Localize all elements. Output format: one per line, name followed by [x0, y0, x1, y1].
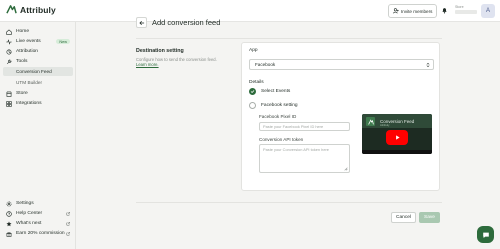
- destination-card: App Facebook Details Select Events Faceb…: [241, 42, 440, 191]
- select-events-label: Select Events: [261, 89, 291, 94]
- store-switcher[interactable]: Store: [455, 5, 477, 14]
- help-icon: [6, 210, 12, 217]
- gear-icon: [6, 201, 12, 206]
- play-icon: [395, 135, 400, 140]
- radio-unchecked-icon: [249, 102, 256, 109]
- divider: [136, 38, 442, 39]
- app-label: App: [249, 48, 258, 53]
- store-icon: [6, 91, 12, 97]
- new-badge: New: [56, 39, 70, 44]
- sidebar-item-label: Home: [16, 29, 30, 34]
- external-link-icon: [66, 231, 70, 235]
- tools-icon: [6, 59, 12, 64]
- cancel-button[interactable]: Cancel: [391, 212, 416, 223]
- app-select-value: Facebook: [255, 62, 276, 67]
- destination-setting-description: Configure how to send the conversion fee…: [136, 57, 221, 67]
- sidebar-item-conversion-feed[interactable]: Conversion Feed: [3, 67, 73, 76]
- attribuly-logo-icon: [6, 5, 17, 14]
- learn-more-link[interactable]: Learn more.: [136, 62, 159, 67]
- destination-setting-title: Destination setting: [136, 48, 184, 54]
- integrations-icon: [6, 100, 12, 107]
- sidebar-item-store[interactable]: Store: [3, 89, 73, 98]
- arrow-left-icon: [138, 20, 144, 25]
- sidebar-item-label: UTM Builder: [16, 80, 43, 85]
- sidebar-item-label: What's next: [16, 221, 42, 226]
- app-name: Attribuly: [20, 4, 56, 15]
- video-control-bar: [362, 150, 432, 154]
- invite-members-label: Invite members: [401, 8, 433, 14]
- external-link-icon: [66, 221, 70, 225]
- store-label: Store: [455, 5, 464, 9]
- video-header: Conversion Feed Attribuly: [362, 114, 432, 128]
- sidebar-item-home[interactable]: Home: [3, 27, 73, 36]
- user-plus-icon: [393, 8, 399, 14]
- gift-icon: [6, 231, 12, 237]
- save-button[interactable]: Save: [419, 212, 440, 223]
- check-circle-icon: [249, 88, 256, 95]
- sidebar-item-label: Settings: [16, 201, 34, 206]
- sidebar-item-tools[interactable]: Tools: [3, 57, 73, 66]
- app-logo[interactable]: Attribuly: [6, 4, 56, 15]
- page-title: Add conversion feed: [152, 18, 221, 27]
- api-token-input[interactable]: Paste your Conversion API token here: [259, 144, 350, 173]
- store-name-placeholder: [455, 10, 477, 14]
- sidebar-item-label: Earn 20% commission: [16, 231, 65, 236]
- pixel-id-input[interactable]: Paste your Facebook Pixel ID here: [259, 122, 350, 131]
- api-token-label: Conversion API token: [259, 137, 304, 142]
- sidebar-item-help-center[interactable]: Help Center: [3, 209, 73, 218]
- sidebar-item-label: Store: [16, 91, 28, 96]
- sidebar-item-whats-next[interactable]: What's next: [3, 219, 73, 228]
- home-icon: [6, 29, 12, 35]
- star-icon: [6, 220, 12, 226]
- facebook-setting-label: Facebook setting: [261, 103, 298, 108]
- pixel-id-label: Facebook Pixel ID: [259, 114, 297, 119]
- external-link-icon: [66, 211, 70, 215]
- sidebar-item-attribution[interactable]: Attribution: [3, 47, 73, 56]
- sidebar-item-utm-builder[interactable]: UTM Builder: [3, 78, 73, 87]
- sidebar-item-label: Live events: [16, 39, 41, 44]
- sidebar-item-label: Help Center: [16, 211, 43, 216]
- attribuly-logo-icon: [366, 117, 375, 126]
- video-subtitle: Attribuly: [380, 124, 390, 127]
- bell-icon[interactable]: [441, 7, 448, 14]
- details-label: Details: [249, 80, 264, 85]
- sidebar-item-label: Tools: [16, 59, 28, 64]
- avatar[interactable]: A: [481, 4, 495, 18]
- sidebar-item-settings[interactable]: Settings: [3, 199, 73, 208]
- select-arrows-icon: [426, 62, 430, 68]
- youtube-play-button[interactable]: [386, 130, 408, 145]
- select-events-option[interactable]: Select Events: [249, 88, 290, 95]
- sidebar-item-live-events[interactable]: Live events New: [3, 37, 73, 46]
- sidebar-item-integrations[interactable]: Integrations: [3, 99, 73, 108]
- chat-support-button[interactable]: [477, 226, 494, 243]
- top-bar: Attribuly Invite members Store A: [0, 0, 500, 22]
- sidebar-item-label: Integrations: [16, 101, 42, 106]
- invite-members-button[interactable]: Invite members: [388, 4, 437, 18]
- attribution-icon: [6, 49, 12, 54]
- sidebar-item-earn-commission[interactable]: Earn 20% commission: [3, 229, 73, 238]
- sidebar: Home Live events New Attribution Tools C…: [0, 22, 76, 249]
- tutorial-video[interactable]: Conversion Feed Attribuly: [362, 114, 432, 154]
- sidebar-item-label: Conversion Feed: [16, 69, 52, 74]
- pulse-icon: [6, 38, 12, 45]
- sidebar-item-label: Attribution: [16, 49, 39, 54]
- app-select[interactable]: Facebook: [249, 59, 434, 70]
- divider: [136, 202, 442, 203]
- api-token-placeholder: Paste your Conversion API token here: [263, 147, 329, 152]
- chat-icon: [482, 232, 489, 238]
- facebook-setting-option[interactable]: Facebook setting: [249, 102, 298, 109]
- back-button[interactable]: [136, 17, 147, 28]
- resize-handle-icon[interactable]: [344, 167, 348, 171]
